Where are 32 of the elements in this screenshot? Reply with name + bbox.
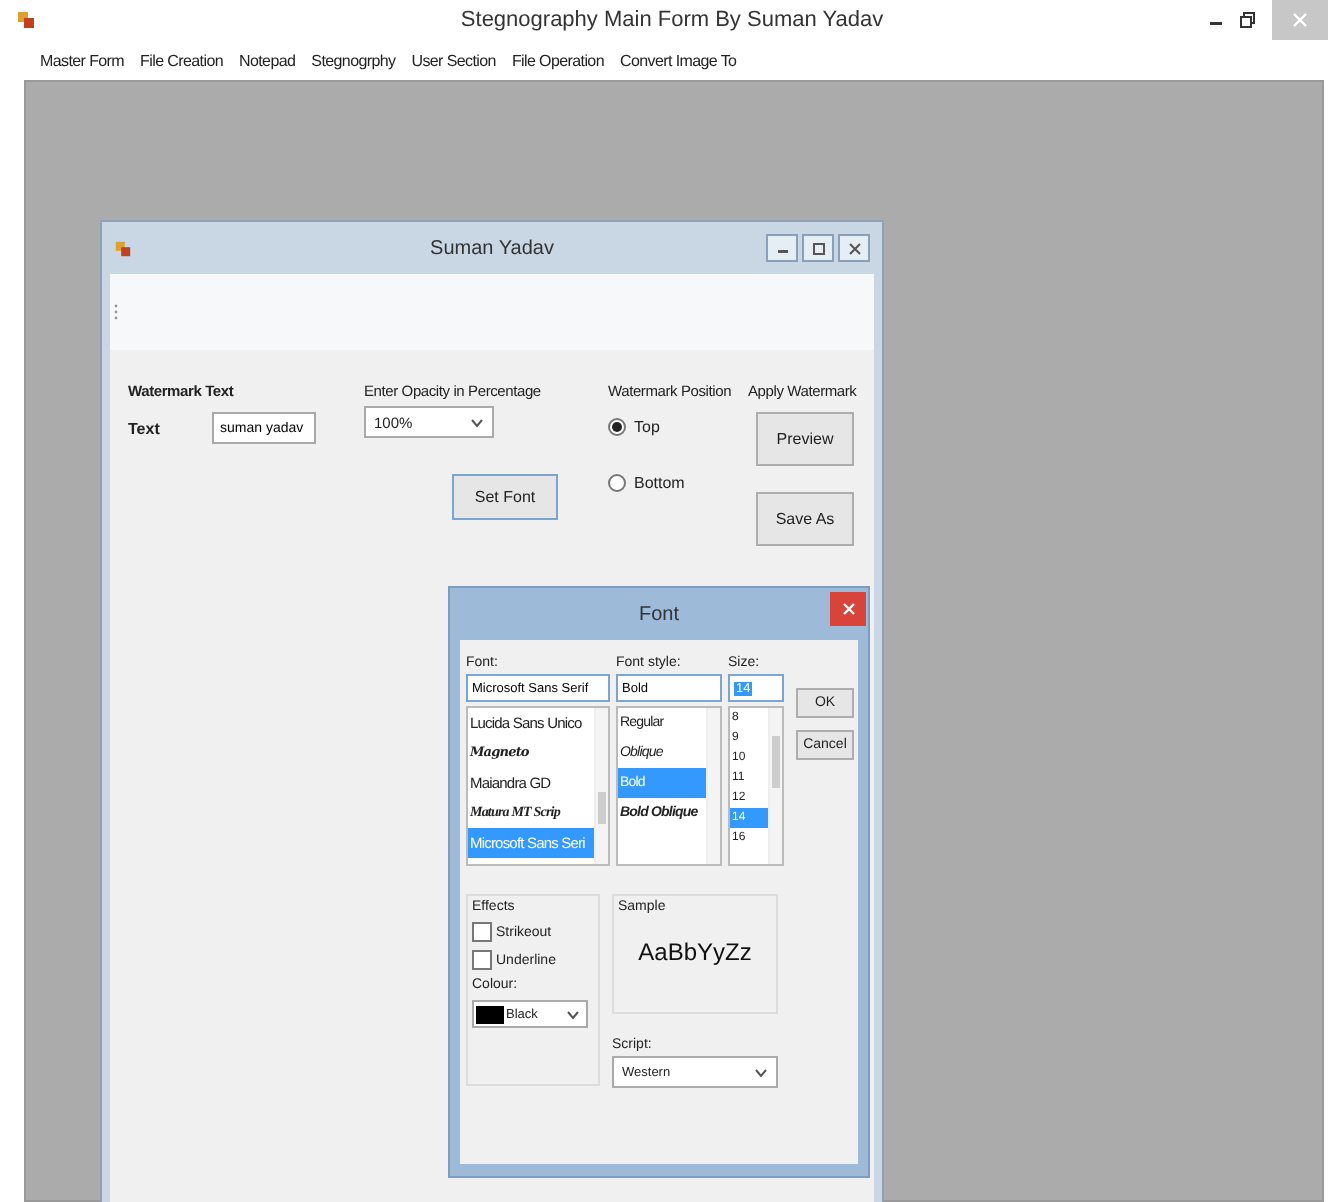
set-font-button[interactable]: Set Font xyxy=(452,474,558,520)
minimize-button[interactable] xyxy=(766,234,798,262)
app-icon xyxy=(114,239,132,257)
radio-option[interactable]: Top xyxy=(608,418,748,436)
window-title: Stegnography Main Form By Suman Yadav xyxy=(460,8,884,32)
close-icon xyxy=(1292,12,1308,28)
scrollbar[interactable] xyxy=(768,708,782,864)
close-icon xyxy=(841,601,855,615)
scrollbar[interactable] xyxy=(594,708,608,864)
menu-item[interactable]: Convert Image To xyxy=(619,51,737,69)
action-button[interactable]: Preview xyxy=(756,412,854,466)
scrollbar[interactable] xyxy=(706,708,720,864)
menu-item[interactable]: File Creation xyxy=(140,51,223,69)
menu-item[interactable]: User Section xyxy=(411,51,496,69)
maximize-icon xyxy=(811,241,825,255)
menu-item[interactable]: Master Form xyxy=(40,51,125,69)
close-button[interactable] xyxy=(830,591,866,625)
radio-option[interactable]: Bottom xyxy=(608,474,748,492)
menu-item[interactable]: Notepad xyxy=(239,51,296,69)
restore-icon xyxy=(1240,12,1256,28)
sample-text: AaBbYyZz xyxy=(638,938,752,966)
window-title: Suman Yadav xyxy=(430,237,554,259)
close-icon xyxy=(847,241,861,255)
app-icon xyxy=(16,10,36,30)
field-label: Text xyxy=(128,419,162,437)
dialog-title: Font xyxy=(638,603,679,625)
menu-item[interactable]: File Operation xyxy=(511,51,604,69)
colour-swatch-icon xyxy=(476,1005,504,1023)
action-button[interactable]: Save As xyxy=(756,492,854,546)
maximize-button[interactable] xyxy=(802,234,834,262)
menu-item[interactable]: Stegnogrphy xyxy=(311,51,396,69)
close-button[interactable] xyxy=(838,234,870,262)
